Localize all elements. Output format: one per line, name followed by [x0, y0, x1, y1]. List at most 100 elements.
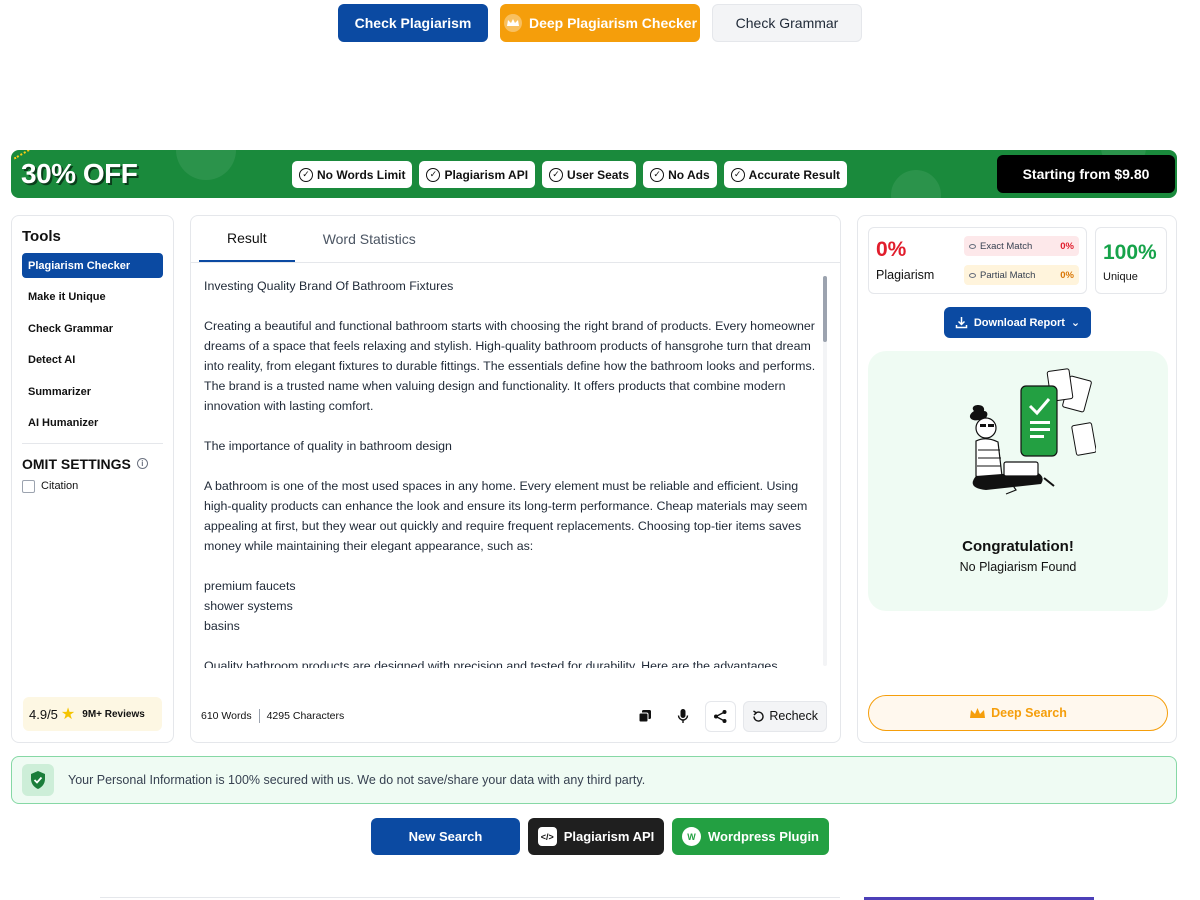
char-count: 4295 Characters [266, 710, 345, 722]
text-scrollbar[interactable] [823, 276, 827, 666]
plagiarism-percent: 0% [876, 238, 907, 261]
citation-option[interactable]: Citation [22, 479, 163, 493]
plagiarism-label: Plagiarism [876, 268, 935, 282]
check-icon: ✓ [299, 167, 313, 182]
omit-settings-label: OMIT SETTINGS [22, 455, 131, 472]
sidebar-item-detect-ai[interactable]: Detect AI [22, 348, 163, 373]
refresh-icon [753, 709, 765, 722]
deep-checker-label: Deep Plagiarism Checker [528, 15, 698, 31]
sidebar-item-summarizer[interactable]: Summarizer [22, 379, 163, 404]
code-icon: </> [537, 827, 557, 846]
feature-accurate-result: ✓ Accurate Result [723, 161, 848, 188]
chevron-down-icon: ⌄ [1070, 317, 1081, 329]
plagiarism-stats: 0% Plagiarism Exact Match 0% Partial Mat… [868, 227, 1087, 294]
shield-icon-wrap [22, 764, 54, 796]
paragraph: A bathroom is one of the most used space… [204, 479, 811, 553]
feature-plagiarism-api: ✓ Plagiarism API [419, 161, 536, 188]
paragraph: Quality bathroom products are designed w… [204, 659, 778, 668]
sidebar-divider [22, 442, 163, 444]
download-icon [955, 317, 968, 329]
paragraph: The importance of quality in bathroom de… [204, 439, 452, 453]
feature-label: Plagiarism API [444, 167, 529, 182]
discount-label: 30% OFF [21, 158, 138, 189]
share-button[interactable] [705, 700, 737, 732]
feature-no-words-limit: ✓ No Words Limit [292, 161, 413, 188]
check-icon: ✓ [549, 167, 564, 182]
paragraph: Creating a beautiful and functional bath… [204, 319, 819, 413]
security-notice: Your Personal Information is 100% secure… [11, 756, 1177, 804]
rating-score: 4.9/5 [29, 706, 58, 722]
feature-label: Accurate Result [748, 167, 841, 182]
omit-settings-heading: OMIT SETTINGS i [22, 456, 163, 472]
sidebar-item-check-grammar[interactable]: Check Grammar [22, 316, 163, 341]
tools-sidebar: Tools Plagiarism Checker Make it Unique … [11, 215, 174, 743]
result-tabs: Result Word Statistics [191, 216, 840, 263]
word-count: 610 Words [201, 710, 252, 722]
partial-match-badge: Partial Match 0% [964, 265, 1079, 285]
wordpress-plugin-label: Wordpress Plugin [708, 829, 819, 844]
info-icon[interactable]: i [136, 458, 148, 470]
partial-match-value: 0% [1060, 269, 1074, 281]
crown-icon [503, 14, 522, 32]
text-actions: Recheck [629, 700, 827, 732]
congrats-title: Congratulation! [962, 538, 1074, 555]
unique-stats: 100% Unique [1095, 227, 1167, 294]
feature-label: User Seats [567, 167, 630, 182]
new-search-button[interactable]: New Search [371, 818, 520, 855]
sidebar-item-plagiarism-checker[interactable]: Plagiarism Checker [22, 253, 163, 278]
paragraph: premium faucets shower systems basins [204, 579, 296, 633]
plagiarism-api-label: Plagiarism API [563, 829, 655, 844]
text-footer: 610 Words 4295 Characters Recheck [201, 700, 827, 732]
wordpress-plugin-button[interactable]: W Wordpress Plugin [672, 818, 829, 855]
check-icon: ✓ [650, 167, 665, 182]
result-panel: Result Word Statistics Investing Quality… [190, 215, 841, 743]
tab-word-statistics[interactable]: Word Statistics [295, 216, 444, 262]
sidebar-item-make-it-unique[interactable]: Make it Unique [22, 285, 163, 310]
microphone-button[interactable] [667, 701, 698, 732]
check-plagiarism-button[interactable]: Check Plagiarism [338, 4, 488, 42]
recheck-label: Recheck [769, 709, 818, 723]
recheck-button[interactable]: Recheck [743, 700, 827, 732]
feature-label: No Words Limit [317, 167, 406, 182]
star-icon: ★ [60, 706, 76, 723]
score-panel: 0% Plagiarism Exact Match 0% Partial Mat… [857, 215, 1177, 743]
share-icon [714, 709, 727, 723]
deep-search-button[interactable]: Deep Search [868, 695, 1168, 731]
tools-heading: Tools [22, 228, 61, 245]
top-button-bar: Check Plagiarism Deep Plagiarism Checker… [0, 4, 1200, 42]
check-grammar-button[interactable]: Check Grammar [712, 4, 862, 42]
text-counts: 610 Words 4295 Characters [201, 709, 344, 723]
check-icon: ✓ [730, 167, 745, 182]
rating-badge: 4.9/5 ★ 9M+ Reviews [23, 697, 162, 731]
tab-result[interactable]: Result [199, 216, 295, 262]
eye-icon [969, 243, 976, 249]
starting-from-button[interactable]: Starting from $9.80 [997, 155, 1175, 193]
feature-no-ads: ✓ No Ads [643, 161, 717, 188]
shield-icon [31, 771, 45, 789]
download-report-button[interactable]: Download Report ⌄ [944, 307, 1091, 338]
exact-match-badge: Exact Match 0% [964, 236, 1079, 256]
unique-label: Unique [1103, 271, 1138, 283]
unique-percent: 100% [1103, 241, 1157, 264]
sidebar-item-ai-humanizer[interactable]: AI Humanizer [22, 411, 163, 436]
feature-user-seats: ✓ User Seats [542, 161, 637, 188]
eye-icon [969, 272, 976, 278]
success-illustration [969, 368, 1096, 495]
bottom-button-bar: New Search </> Plagiarism API W Wordpres… [0, 818, 1200, 855]
crown-icon [970, 707, 986, 718]
copy-icon [638, 710, 651, 723]
wordpress-icon: W [682, 827, 701, 846]
scroll-thumb[interactable] [823, 276, 827, 342]
plagiarism-api-button[interactable]: </> Plagiarism API [528, 818, 664, 855]
promo-banner[interactable]: 30% OFF ✓ No Words Limit ✓ Plagiarism API … [11, 150, 1177, 198]
citation-label: Citation [41, 480, 79, 493]
copy-button[interactable] [629, 701, 660, 732]
feature-list: ✓ No Words Limit ✓ Plagiarism API ✓ User Se… [292, 161, 848, 188]
deep-plagiarism-checker-button[interactable]: Deep Plagiarism Checker [500, 4, 700, 42]
rating-reviews: 9M+ Reviews [82, 708, 145, 720]
exact-match-label: Exact Match [980, 240, 1033, 252]
citation-checkbox[interactable] [22, 479, 35, 493]
security-text: Your Personal Information is 100% secure… [68, 773, 646, 787]
deep-search-label: Deep Search [991, 706, 1067, 720]
document-text[interactable]: Investing Quality Brand Of Bathroom Fixt… [204, 276, 819, 668]
